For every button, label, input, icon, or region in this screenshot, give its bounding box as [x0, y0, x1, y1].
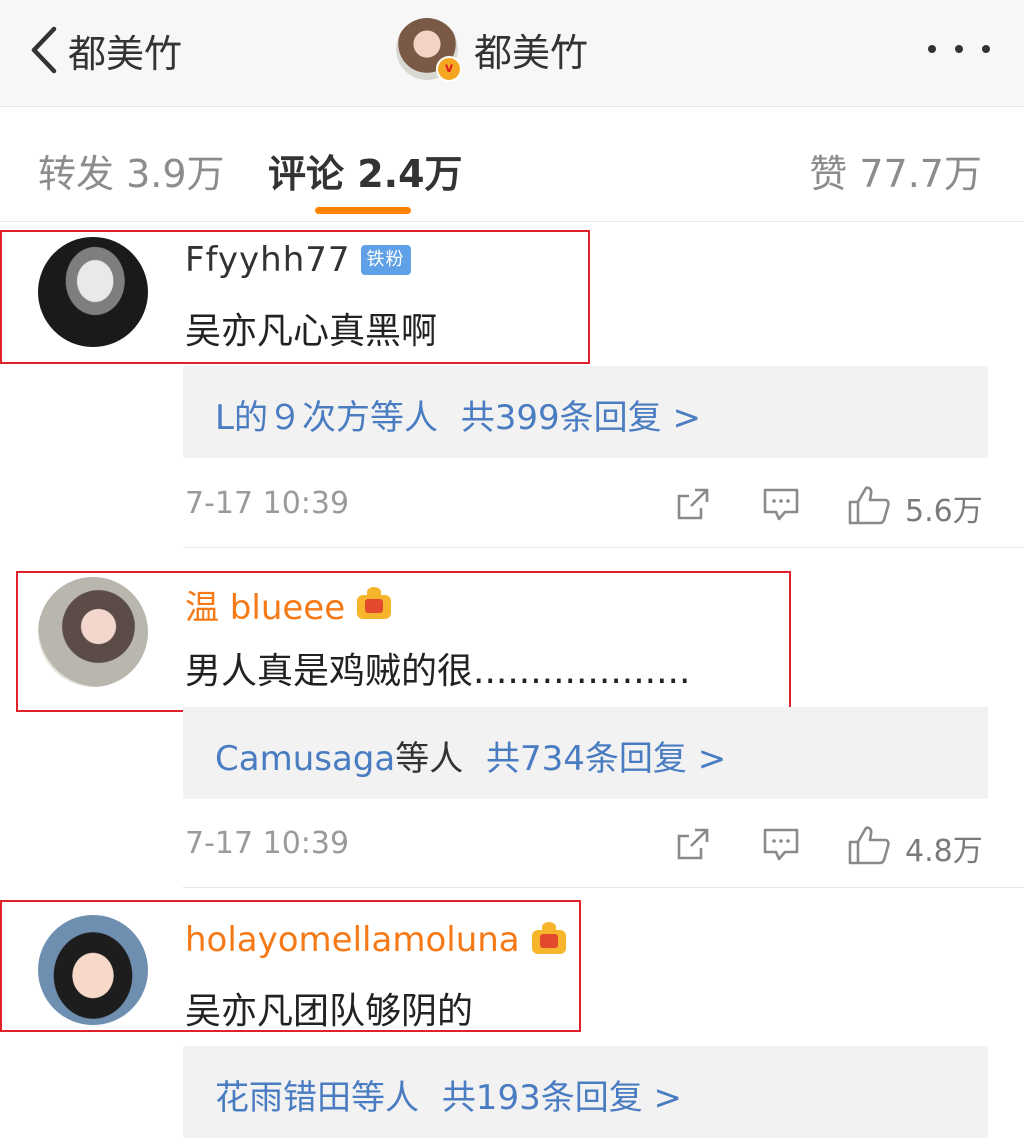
reply-summary[interactable]: Camusaga等人 共734条回复 > [183, 707, 988, 799]
reply-users: Camusaga [215, 739, 396, 779]
dot-icon [955, 45, 963, 53]
like-count: 5.6万 [905, 494, 983, 529]
back-title: 都美竹 [68, 31, 183, 76]
reply-summary[interactable]: L的９次方等人 共399条回复 > [183, 366, 988, 458]
tab-likes[interactable]: 赞 77.7万 [809, 143, 982, 198]
more-options-button[interactable] [928, 34, 990, 64]
comment-text: 吴亦凡团队够阴的 [185, 991, 474, 1032]
chevron-left-icon [31, 26, 57, 74]
crown-icon [355, 586, 393, 623]
reply-users: 花雨错田等人 [215, 1078, 419, 1118]
thumbs-up-icon[interactable] [847, 484, 891, 526]
comment-username[interactable]: holayomellamoluna [185, 920, 568, 960]
back-button[interactable]: 都美竹 [28, 22, 182, 78]
reply-summary[interactable]: 花雨错田等人 共193条回复 > [183, 1046, 988, 1138]
reply-count: 共734条回复 > [486, 739, 727, 779]
comment-time: 7-17 10:39 [185, 826, 350, 861]
profile-name: 都美竹 [474, 30, 589, 75]
reply-count: 共399条回复 > [460, 398, 701, 438]
comment-meta: 7-17 10:39 5.6万 [183, 474, 988, 534]
dot-icon [928, 45, 936, 53]
profile-header[interactable]: v 都美竹 [396, 18, 589, 82]
reply-users: L的９次方等人 [215, 398, 438, 438]
avatar[interactable]: v [396, 18, 462, 82]
verified-badge: v [436, 56, 462, 82]
avatar[interactable] [38, 577, 148, 687]
comment-text: 男人真是鸡贼的很................... [185, 651, 691, 692]
comment-meta: 7-17 10:39 4.8万 [183, 814, 988, 874]
active-tab-indicator [315, 207, 411, 214]
share-icon[interactable] [673, 824, 713, 864]
dot-icon [982, 45, 990, 53]
tab-bar: 转发 3.9万 评论 2.4万 赞 77.7万 [0, 107, 1024, 222]
comment-text: 吴亦凡心真黑啊 [185, 311, 438, 352]
reply-others: 等人 [395, 739, 464, 779]
comment-icon[interactable] [761, 484, 801, 524]
reply-count: 共193条回复 > [441, 1078, 683, 1118]
thumbs-up-icon[interactable] [847, 824, 891, 866]
avatar[interactable] [38, 237, 148, 347]
comment-icon[interactable] [761, 824, 801, 864]
tab-reposts[interactable]: 转发 3.9万 [38, 143, 225, 198]
crown-icon [530, 922, 568, 958]
top-nav-bar: 都美竹 v 都美竹 [0, 0, 1024, 107]
avatar[interactable] [38, 915, 148, 1025]
comment-username[interactable]: Ffyyhh77 铁粉 [185, 240, 411, 280]
tab-comments[interactable]: 评论 2.4万 [268, 143, 463, 198]
divider [183, 547, 1024, 548]
like-count: 4.8万 [905, 834, 983, 869]
comment-username[interactable]: 温 blueee [185, 580, 393, 629]
comment-time: 7-17 10:39 [185, 486, 350, 521]
divider [183, 887, 1024, 888]
fan-badge: 铁粉 [360, 245, 411, 275]
share-icon[interactable] [673, 484, 713, 524]
